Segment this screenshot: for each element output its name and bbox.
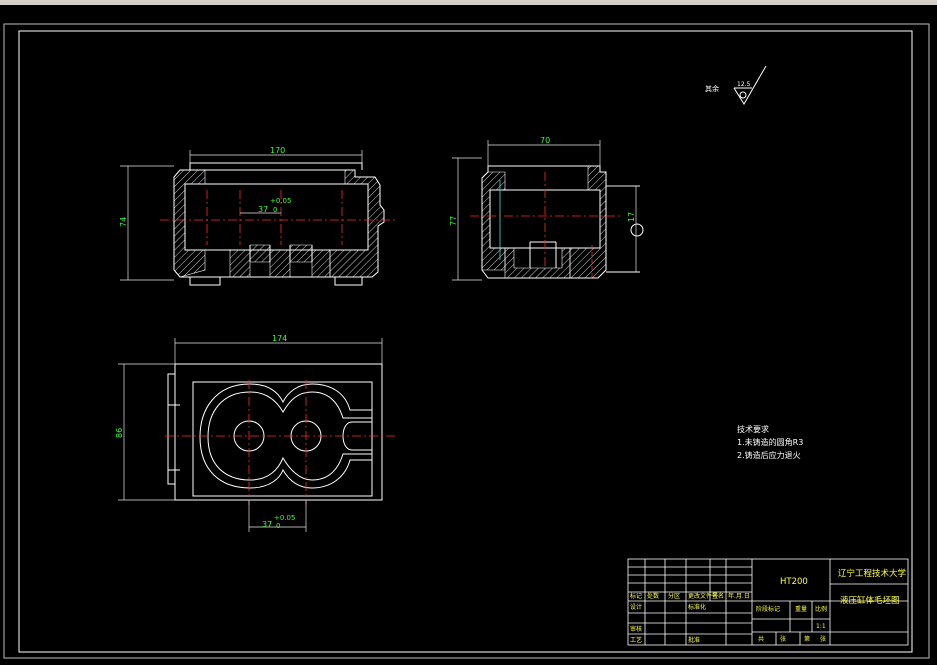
tb-row-design: 设计 — [630, 603, 642, 611]
surface-finish-symbol: 其余 12.5 — [705, 65, 767, 105]
tb-col-mark: 标记 — [630, 592, 642, 600]
tb-col-date: 年.月.日 — [728, 592, 750, 600]
plan-bore-dim: 37 — [262, 520, 272, 529]
surface-finish-label: 其余 — [705, 84, 719, 93]
plan-view[interactable]: 174 86 37 +0.05 0 — [115, 334, 395, 532]
outer-frame — [3, 23, 930, 659]
cad-drawing-sheet[interactable]: 170 74 37 +0.05 0 70 77 17 174 86 37 +0.… — [0, 0, 937, 665]
front-bore-dim: 37 — [258, 205, 268, 214]
tb-col-sign: 签名 — [712, 592, 724, 600]
tech-req-item2: 2.铸造后应力退火 — [737, 450, 801, 460]
plan-width-dim: 174 — [272, 334, 287, 343]
surface-finish-value: 12.5 — [737, 81, 751, 88]
tb-sheet-no: 第 — [804, 635, 810, 643]
plan-bore-tol-upper: +0.05 — [274, 514, 295, 522]
tb-sheet-unit: 张 — [820, 635, 826, 643]
plan-bore-tol-lower: 0 — [276, 522, 280, 530]
tech-req-title: 技术要求 — [737, 424, 769, 434]
tb-col-zone: 分区 — [668, 592, 680, 600]
tb-scale-value: 1:1 — [816, 623, 826, 630]
side-small-dim: 17 — [627, 212, 636, 222]
front-bore-tol-lower: 0 — [273, 206, 277, 214]
tb-drawing-name: 液压缸体毛坯图 — [840, 595, 900, 606]
tb-sheet-label: 张 — [780, 635, 786, 643]
side-width-dim: 70 — [540, 136, 550, 145]
tb-weight-label: 重量 — [795, 605, 807, 613]
tech-requirements: 技术要求 1.未铸造的圆角R3 2.铸造后应力退火 — [737, 424, 803, 460]
tb-scale-label: 比例 — [815, 605, 827, 613]
front-width-dim: 170 — [270, 146, 285, 155]
front-view[interactable]: 170 74 37 +0.05 0 — [119, 146, 395, 286]
title-block[interactable]: 标记 处数 分区 更改文件号 签名 年.月.日 设计 标准化 审核 工艺 批准 … — [627, 558, 909, 646]
tb-row-process: 工艺 — [630, 636, 642, 644]
tb-stage-label: 阶段标记 — [756, 605, 780, 613]
side-height-dim: 77 — [449, 216, 458, 226]
front-bore-tol-upper: +0.05 — [270, 197, 291, 205]
tb-row-check: 审核 — [630, 625, 642, 633]
tb-row-approve: 批准 — [688, 636, 700, 644]
plan-height-dim: 86 — [115, 428, 124, 438]
side-view[interactable]: 70 77 17 — [449, 136, 644, 281]
tech-req-item1: 1.未铸造的圆角R3 — [737, 437, 803, 447]
tb-sheets-total: 共 — [758, 635, 764, 643]
tb-school: 辽宁工程技术大学 — [838, 568, 907, 579]
tb-row-standard: 标准化 — [688, 603, 706, 611]
tb-material: HT200 — [780, 577, 808, 587]
front-height-dim: 74 — [119, 217, 128, 227]
tb-col-count: 处数 — [647, 592, 659, 600]
